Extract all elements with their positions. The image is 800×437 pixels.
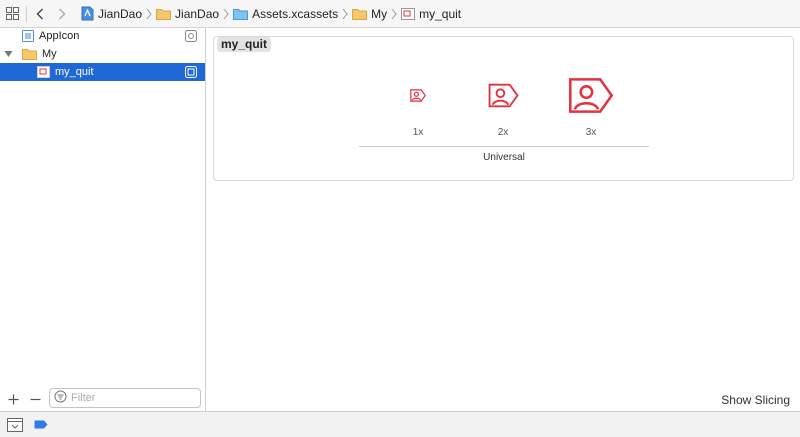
crumb-group[interactable]: JianDao — [156, 0, 219, 28]
image-set-icon — [37, 66, 50, 78]
image-set-icon — [401, 7, 416, 20]
chevron-right-icon — [223, 8, 229, 20]
add-button[interactable] — [2, 388, 24, 410]
filter-icon — [54, 390, 67, 406]
show-slicing-button[interactable]: Show Slicing — [721, 393, 790, 407]
slot-1x[interactable]: 1x — [388, 67, 448, 141]
forward-button[interactable] — [51, 0, 73, 28]
quit-image-2x — [473, 67, 533, 123]
asset-editor: my_quit 1x 2x 3x Universal Show Slicing — [207, 28, 800, 411]
image-set-name[interactable]: my_quit — [217, 37, 272, 52]
crumb-label: JianDao — [98, 6, 143, 21]
related-items-icon[interactable] — [0, 0, 24, 28]
sidebar-item-appicon[interactable]: AppIcon — [0, 27, 205, 45]
appicon-badge-icon — [185, 30, 197, 45]
jump-bar: JianDao JianDao Assets.xcassets My my_qu… — [0, 0, 800, 28]
quit-image-1x — [388, 67, 448, 123]
chevron-right-icon — [391, 8, 397, 20]
hide-debug-area-button[interactable] — [6, 417, 24, 433]
image-set-badge-icon — [185, 66, 197, 81]
crumb-label: Assets.xcassets — [252, 6, 339, 21]
folder-icon — [22, 48, 37, 60]
crumb-asset-catalog[interactable]: Assets.xcassets — [233, 0, 338, 28]
slot-2x[interactable]: 2x — [473, 67, 533, 141]
crumb-label: My — [371, 6, 388, 21]
disclosure-triangle-icon[interactable] — [0, 50, 16, 58]
debug-area-icon — [7, 417, 23, 432]
sidebar-item-my[interactable]: My — [0, 45, 205, 63]
crumb-label: my_quit — [419, 6, 462, 21]
breakpoint-icon[interactable] — [34, 420, 48, 429]
minus-icon — [30, 398, 40, 400]
sidebar-item-label: My — [42, 48, 57, 60]
xcode-asset-editor: JianDao JianDao Assets.xcassets My my_qu… — [0, 0, 800, 437]
scale-label: 2x — [497, 127, 509, 138]
chevron-right-icon — [342, 8, 348, 20]
divider — [359, 146, 649, 147]
crumb-folder-my[interactable]: My — [352, 0, 387, 28]
asset-catalog-icon — [233, 8, 249, 20]
folder-icon — [156, 8, 172, 20]
breadcrumb: JianDao JianDao Assets.xcassets My my_qu… — [81, 0, 461, 28]
quit-user-icon — [488, 83, 519, 107]
quit-user-icon — [410, 88, 426, 102]
scale-label: 1x — [412, 127, 424, 138]
chevron-left-icon — [36, 8, 43, 19]
sidebar-item-label: AppIcon — [39, 30, 80, 42]
filter-field[interactable] — [49, 388, 201, 408]
slot-3x[interactable]: 3x — [561, 67, 621, 141]
quit-user-icon — [569, 77, 614, 113]
idiom-label: Universal — [483, 152, 525, 163]
chevron-right-icon — [59, 8, 66, 19]
back-button[interactable] — [29, 0, 51, 28]
filter-input[interactable] — [71, 392, 191, 404]
sidebar-item-label: my_quit — [55, 66, 94, 78]
sidebar-item-my-quit[interactable]: my_quit — [0, 63, 205, 81]
divider — [26, 5, 27, 22]
image-set-panel: my_quit 1x 2x 3x Universal — [213, 36, 794, 181]
appicon-icon — [22, 30, 34, 42]
debug-status-bar — [0, 411, 800, 437]
crumb-image-set[interactable]: my_quit — [401, 0, 461, 28]
sidebar-footer — [0, 387, 206, 411]
crumb-label: JianDao — [175, 6, 220, 21]
quit-image-3x — [561, 67, 621, 123]
plus-icon — [8, 394, 18, 404]
crumb-project[interactable]: JianDao — [81, 0, 142, 28]
asset-outline-sidebar: AppIcon My my_quit — [0, 28, 206, 411]
remove-button[interactable] — [24, 388, 46, 410]
folder-icon — [352, 8, 368, 20]
scale-label: 3x — [585, 127, 597, 138]
project-file-icon — [81, 6, 94, 21]
chevron-right-icon — [146, 8, 152, 20]
